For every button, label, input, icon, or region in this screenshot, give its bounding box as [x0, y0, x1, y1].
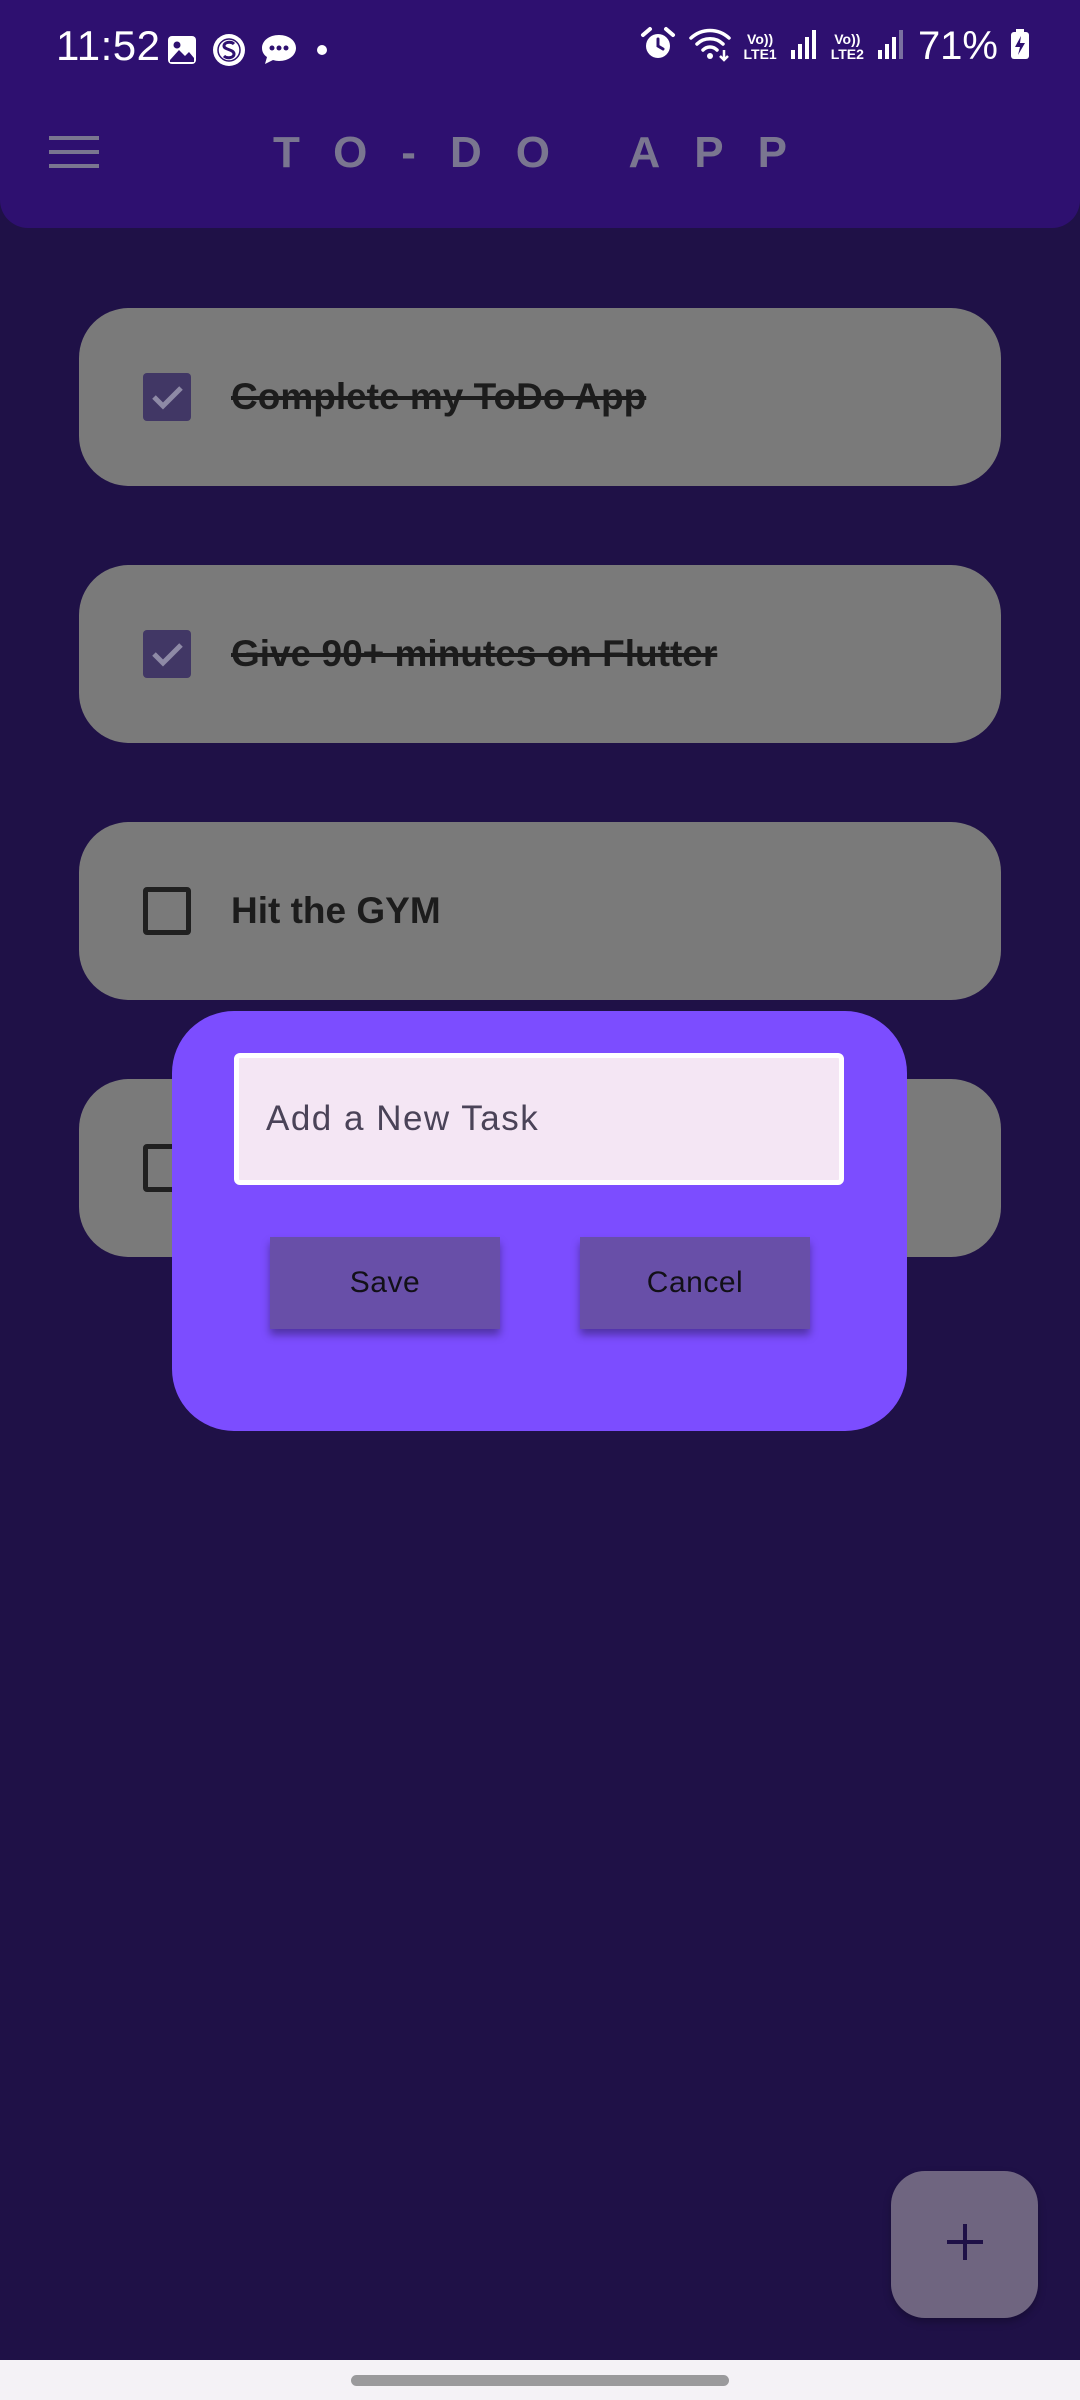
task-label: Give 90+ minutes on Flutter: [231, 633, 718, 674]
system-status-icons: Vo)) LTE1 Vo)) LTE2 71%: [640, 24, 1030, 69]
task-card[interactable]: Complete my ToDo App: [79, 308, 1001, 486]
signal-sim1-icon: [789, 28, 819, 65]
task-checkbox[interactable]: [143, 630, 191, 678]
save-button[interactable]: Save: [270, 1237, 500, 1329]
sim2-volte-label: Vo)) LTE2: [830, 30, 864, 62]
sim1-volte-label: Vo)) LTE1: [743, 30, 777, 62]
battery-charging-icon: [1010, 28, 1030, 65]
screen: 11:52 Vo)) LTE1 Vo)) LTE2 71% TO-DO APP …: [0, 0, 1080, 2400]
add-task-button[interactable]: [891, 2171, 1038, 2318]
cancel-button[interactable]: Cancel: [580, 1237, 810, 1329]
alarm-icon: [640, 26, 676, 67]
check-icon: [143, 643, 191, 682]
message-icon: [260, 33, 298, 72]
task-checkbox[interactable]: [143, 887, 191, 935]
signal-sim2-icon: [876, 28, 906, 65]
new-task-dialog: Save Cancel: [172, 1011, 907, 1431]
task-card[interactable]: Give 90+ minutes on Flutter: [79, 565, 1001, 743]
task-label: Hit the GYM: [231, 890, 441, 931]
more-notifications-dot-icon: [312, 40, 332, 65]
check-icon: [143, 386, 191, 425]
sync-app-icon: [212, 33, 246, 72]
battery-percent: 71%: [917, 24, 998, 68]
status-bar: 11:52 Vo)) LTE1 Vo)) LTE2 71%: [0, 0, 1080, 100]
navigation-bar: [0, 2360, 1080, 2400]
task-checkbox[interactable]: [143, 373, 191, 421]
task-card[interactable]: Hit the GYM: [79, 822, 1001, 1000]
status-time: 11:52: [56, 22, 161, 69]
plus-icon: [945, 2222, 985, 2267]
wifi-icon: [688, 26, 732, 67]
gallery-icon: [166, 34, 198, 71]
notification-icons: [166, 33, 332, 72]
home-gesture-handle[interactable]: [351, 2375, 729, 2386]
new-task-input[interactable]: [234, 1053, 844, 1185]
task-label: Complete my ToDo App: [231, 376, 647, 417]
app-title: TO-DO APP: [272, 128, 822, 177]
